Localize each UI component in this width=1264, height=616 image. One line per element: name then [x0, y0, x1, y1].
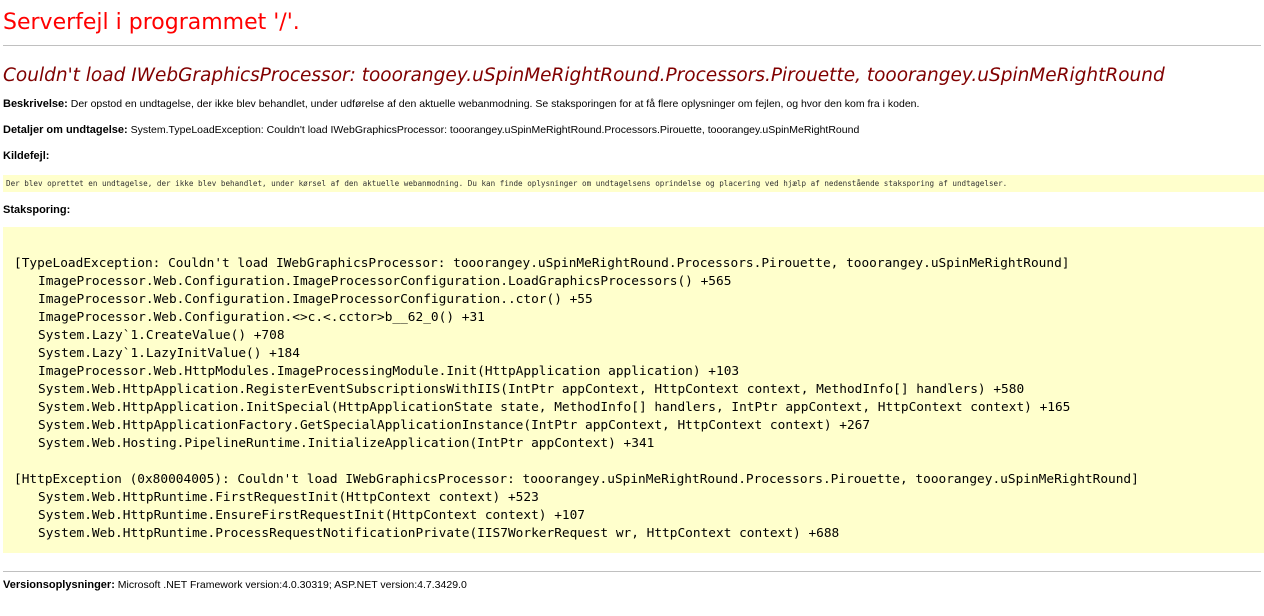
source-error-line: Kildefejl: — [3, 149, 1264, 163]
exception-details-text: System.TypeLoadException: Couldn't load … — [130, 124, 860, 136]
stack-frame: ImageProcessor.Web.Configuration.ImagePr… — [38, 292, 593, 307]
description-text: Der opstod en undtagelse, der ikke blev … — [70, 98, 920, 110]
stack-frame: System.Web.HttpApplication.InitSpecial(H… — [38, 400, 1071, 415]
stack-trace-label: Staksporing: — [3, 204, 71, 216]
error-heading: Couldn't load IWebGraphicsProcessor: too… — [3, 65, 1165, 86]
divider-bottom — [3, 571, 1261, 572]
stack-frame: System.Web.Hosting.PipelineRuntime.Initi… — [38, 436, 655, 451]
version-info-label: Versionsoplysninger: — [3, 579, 115, 591]
exception-details-label: Detaljer om undtagelse: — [3, 124, 128, 136]
exception-details-line: Detaljer om undtagelse: System.TypeLoadE… — [3, 123, 1264, 137]
description-line: Beskrivelse: Der opstod en undtagelse, d… — [3, 97, 1264, 111]
stack-frame: System.Web.HttpRuntime.ProcessRequestNot… — [38, 526, 840, 541]
stack-frame: System.Lazy`1.LazyInitValue() +184 — [38, 346, 300, 361]
error-page: Serverfejl i programmet '/'. Couldn't lo… — [0, 0, 1264, 616]
page-title: Serverfejl i programmet '/'. — [3, 10, 300, 35]
stack-block-header: [TypeLoadException: Couldn't load IWebGr… — [14, 256, 1070, 271]
stack-frame: ImageProcessor.Web.Configuration.ImagePr… — [38, 274, 732, 289]
version-info-line: Versionsoplysninger: Microsoft .NET Fram… — [3, 578, 1264, 592]
source-error-label: Kildefejl: — [3, 150, 50, 162]
stack-frame: ImageProcessor.Web.HttpModules.ImageProc… — [38, 364, 740, 379]
stack-frame: System.Web.HttpRuntime.FirstRequestInit(… — [38, 490, 539, 505]
source-error-box: Der blev oprettet en undtagelse, der ikk… — [3, 175, 1264, 192]
stack-block-gap — [14, 453, 1264, 471]
stack-trace-line: Staksporing: — [3, 203, 1264, 217]
stack-frame: System.Web.HttpRuntime.EnsureFirstReques… — [38, 508, 586, 523]
description-label: Beskrivelse: — [3, 98, 68, 110]
divider-top — [3, 45, 1261, 46]
version-info-text: Microsoft .NET Framework version:4.0.303… — [117, 579, 467, 591]
stack-trace-box: [TypeLoadException: Couldn't load IWebGr… — [3, 227, 1264, 553]
stack-frame: ImageProcessor.Web.Configuration.<>c.<.c… — [38, 310, 485, 325]
stack-frame: System.Web.HttpApplication.RegisterEvent… — [38, 382, 1025, 397]
stack-frame: System.Lazy`1.CreateValue() +708 — [38, 328, 285, 343]
stack-block-header: [HttpException (0x80004005): Couldn't lo… — [14, 472, 1139, 487]
stack-frame: System.Web.HttpApplicationFactory.GetSpe… — [38, 418, 871, 433]
